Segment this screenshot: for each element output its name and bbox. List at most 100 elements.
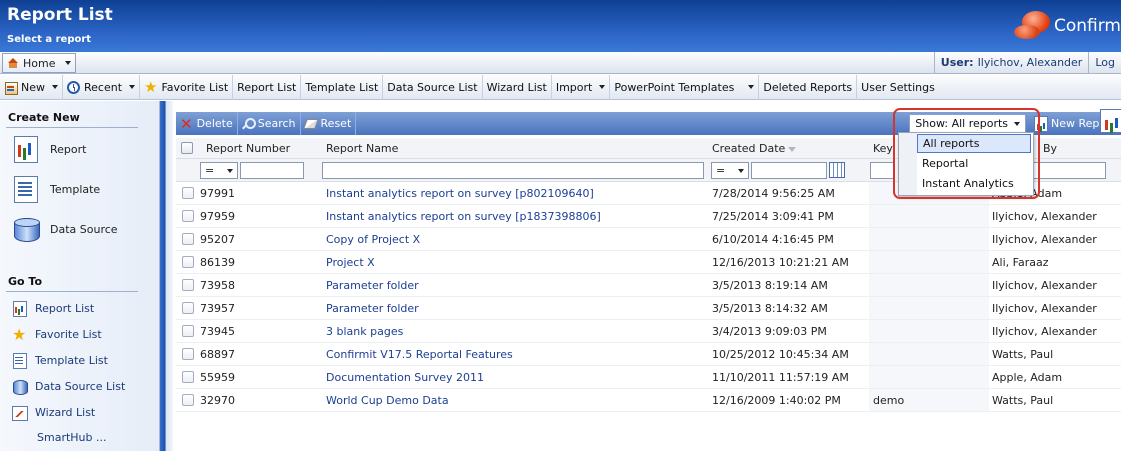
goto-template-list-label: Template List: [35, 354, 108, 367]
create-template-link[interactable]: Template: [12, 175, 100, 203]
report-name-link[interactable]: Parameter folder: [326, 302, 419, 315]
menu-deleted-reports[interactable]: Deleted Reports: [759, 74, 858, 100]
name-filter-input[interactable]: [322, 162, 704, 179]
create-data-source-link[interactable]: Data Source: [12, 215, 118, 243]
report-name-link[interactable]: Instant analytics report on survey [p802…: [326, 187, 594, 200]
row-checkbox[interactable]: [182, 233, 194, 245]
delete-button[interactable]: ✕ Delete: [176, 112, 238, 135]
row-checkbox[interactable]: [182, 348, 194, 360]
number-filter-input[interactable]: [240, 162, 304, 179]
goto-data-source-list[interactable]: Data Source List: [12, 379, 126, 395]
search-button[interactable]: Search: [238, 112, 301, 135]
menu-import[interactable]: Import: [552, 74, 611, 100]
table-row[interactable]: 73957 Parameter folder 3/5/2013 8:14:32 …: [176, 297, 1121, 320]
row-checkbox[interactable]: [182, 302, 194, 314]
select-all-checkbox[interactable]: [181, 142, 193, 154]
calendar-icon[interactable]: [829, 162, 845, 178]
menu-user-settings[interactable]: User Settings: [857, 75, 939, 100]
row-checkbox[interactable]: [182, 279, 194, 291]
goto-favorite-list[interactable]: ★ Favorite List: [12, 327, 102, 343]
menu-favorite-list-label: Favorite List: [161, 80, 229, 94]
report-name-link[interactable]: Documentation Survey 2011: [326, 371, 484, 384]
goto-report-list[interactable]: Report List: [12, 301, 94, 317]
left-sidebar: Create New Report Template Data Source G…: [0, 101, 160, 451]
star-icon: ★: [144, 77, 158, 96]
date-filter-input[interactable]: [751, 162, 827, 179]
chevron-down-icon[interactable]: [65, 61, 72, 65]
row-checkbox[interactable]: [182, 256, 194, 268]
menu-data-source-list[interactable]: Data Source List: [383, 74, 483, 100]
divider: [6, 291, 138, 292]
row-checkbox[interactable]: [182, 187, 194, 199]
home-tab[interactable]: Home: [2, 53, 76, 73]
row-checkbox[interactable]: [182, 210, 194, 222]
brand-name: Confirm: [1053, 16, 1121, 36]
col-created-by[interactable]: By: [1043, 142, 1057, 155]
report-name-link[interactable]: Instant analytics report on survey [p183…: [326, 210, 601, 223]
menu-new-label: New: [21, 80, 45, 94]
report-name-link[interactable]: Parameter folder: [326, 279, 419, 292]
menu-favorite-list[interactable]: ★ Favorite List: [140, 74, 234, 100]
template-icon: [12, 175, 40, 203]
brand-logo: Confirm: [1013, 9, 1121, 43]
report-name-link[interactable]: Copy of Project X: [326, 233, 420, 246]
keywords-filter-input[interactable]: [870, 162, 894, 179]
create-report-link[interactable]: Report: [12, 135, 86, 163]
chevron-down-icon[interactable]: [748, 85, 755, 89]
logout-link[interactable]: Log: [1088, 52, 1121, 73]
goto-wizard-list[interactable]: Wizard List: [12, 405, 95, 421]
date-filter-operator[interactable]: =: [711, 162, 749, 179]
menu-wizard-list[interactable]: Wizard List: [483, 74, 552, 100]
col-created-date[interactable]: Created Date: [712, 142, 797, 155]
report-name-link[interactable]: 3 blank pages: [326, 325, 403, 338]
report-name-link[interactable]: Confirmit V17.5 Reportal Features: [326, 348, 513, 361]
goto-smarthub[interactable]: SmartHub ...: [37, 431, 107, 444]
reset-button[interactable]: Reset: [301, 112, 357, 135]
home-bar: Home User: Ilyichov, Alexander Log: [0, 52, 1121, 74]
col-keywords[interactable]: Key: [873, 142, 893, 155]
highlight-callout: [893, 108, 1040, 199]
created-by: Ilyichov, Alexander: [992, 233, 1097, 246]
created-date: 3/5/2013 8:14:32 AM: [712, 302, 828, 315]
report-corner-icon[interactable]: [1100, 109, 1121, 133]
report-number: 86139: [200, 256, 235, 269]
goto-smarthub-label: SmartHub ...: [37, 431, 107, 444]
table-row[interactable]: 86139 Project X 12/16/2013 10:21:21 AM A…: [176, 251, 1121, 274]
report-number: 73945: [200, 325, 235, 338]
table-row[interactable]: 68897 Confirmit V17.5 Reportal Features …: [176, 343, 1121, 366]
report-number: 95207: [200, 233, 235, 246]
created-by: Ilyichov, Alexander: [992, 325, 1097, 338]
chevron-down-icon[interactable]: [52, 85, 58, 89]
goto-template-list[interactable]: Template List: [12, 353, 108, 369]
created-by: Ali, Faraaz: [992, 256, 1049, 269]
menu-new[interactable]: New: [0, 74, 63, 100]
data-source-icon: [12, 215, 40, 243]
row-checkbox[interactable]: [182, 371, 194, 383]
report-name-link[interactable]: World Cup Demo Data: [326, 394, 449, 407]
table-row[interactable]: 73958 Parameter folder 3/5/2013 8:19:14 …: [176, 274, 1121, 297]
menu-template-list[interactable]: Template List: [301, 74, 384, 100]
table-row[interactable]: 73945 3 blank pages 3/4/2013 9:09:03 PM …: [176, 320, 1121, 343]
menu-powerpoint-templates-label: PowerPoint Templates: [614, 80, 735, 94]
menu-recent[interactable]: Recent: [63, 74, 141, 100]
report-name-link[interactable]: Project X: [326, 256, 375, 269]
created-date: 3/4/2013 9:09:03 PM: [712, 325, 827, 338]
clock-icon: [67, 80, 80, 94]
chevron-down-icon[interactable]: [599, 85, 606, 89]
user-name: Ilyichov, Alexander: [977, 56, 1083, 69]
chevron-down-icon[interactable]: [129, 85, 136, 89]
table-row[interactable]: 95207 Copy of Project X 6/10/2014 4:16:4…: [176, 228, 1121, 251]
table-row[interactable]: 32970 World Cup Demo Data 12/16/2009 1:4…: [176, 389, 1121, 412]
number-filter-operator[interactable]: =: [200, 162, 238, 179]
sidebar-splitter[interactable]: [160, 101, 173, 451]
col-report-name[interactable]: Report Name: [326, 142, 398, 155]
table-row[interactable]: 97959 Instant analytics report on survey…: [176, 205, 1121, 228]
col-report-number[interactable]: Report Number: [206, 142, 290, 155]
menu-powerpoint-templates[interactable]: PowerPoint Templates: [610, 74, 760, 100]
table-row[interactable]: 55959 Documentation Survey 2011 11/10/20…: [176, 366, 1121, 389]
row-checkbox[interactable]: [182, 325, 194, 337]
row-checkbox[interactable]: [182, 394, 194, 406]
confirmit-logo-icon: [1013, 9, 1054, 43]
goto-data-source-list-label: Data Source List: [35, 380, 126, 393]
menu-report-list[interactable]: Report List: [233, 74, 302, 100]
